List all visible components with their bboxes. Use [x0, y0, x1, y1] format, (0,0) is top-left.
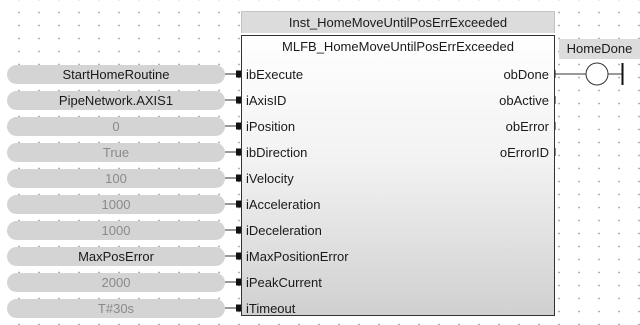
pin-oErrorID: oErrorID	[499, 145, 549, 160]
pin-iAcceleration: iAcceleration	[246, 197, 321, 212]
input-value-ibExecute[interactable]: StartHomeRoutine	[7, 65, 225, 84]
pin-obError: obError	[505, 119, 549, 134]
coil-symbol	[585, 62, 609, 86]
input-value-iPosition[interactable]: 0	[7, 117, 225, 136]
input-value-iPeakCurrent[interactable]: 2000	[7, 273, 225, 292]
pin-ibDirection: ibDirection	[246, 145, 308, 160]
input-value-iAxisID[interactable]: PipeNetwork.AXIS1	[7, 91, 225, 110]
pin-ibExecute: ibExecute	[246, 67, 304, 82]
input-value-iDeceleration[interactable]: 1000	[7, 221, 225, 240]
pin-obActive: obActive	[499, 93, 549, 108]
pin-iTimeout: iTimeout	[246, 301, 296, 316]
input-value-iMaxPositionError[interactable]: MaxPosError	[7, 247, 225, 266]
pin-obDone: obDone	[503, 67, 549, 82]
input-value-ibDirection[interactable]: True	[7, 143, 225, 162]
function-block-type-name: MLFB_HomeMoveUntilPosErrExceeded	[282, 39, 514, 54]
pin-iPosition: iPosition	[246, 119, 296, 134]
input-value-iVelocity[interactable]: 100	[7, 169, 225, 188]
pin-iAxisID: iAxisID	[246, 93, 287, 108]
input-parameter-list: StartHomeRoutine PipeNetwork.AXIS1 0 True 10…	[7, 65, 225, 325]
pin-iDeceleration: iDeceleration	[246, 223, 322, 238]
pin-iVelocity: iVelocity	[246, 171, 294, 186]
pin-iMaxPositionError: iMaxPositionError	[246, 249, 349, 264]
instance-name-header[interactable]: Inst_HomeMoveUntilPosErrExceeded	[241, 11, 555, 33]
input-value-iTimeout[interactable]: T#30s	[7, 299, 225, 318]
input-value-iAcceleration[interactable]: 1000	[7, 195, 225, 214]
function-block[interactable]: MLFB_HomeMoveUntilPosErrExceeded ibExecu…	[241, 35, 555, 316]
coil-variable-label[interactable]: HomeDone	[559, 39, 640, 59]
pin-iPeakCurrent: iPeakCurrent	[246, 275, 322, 290]
